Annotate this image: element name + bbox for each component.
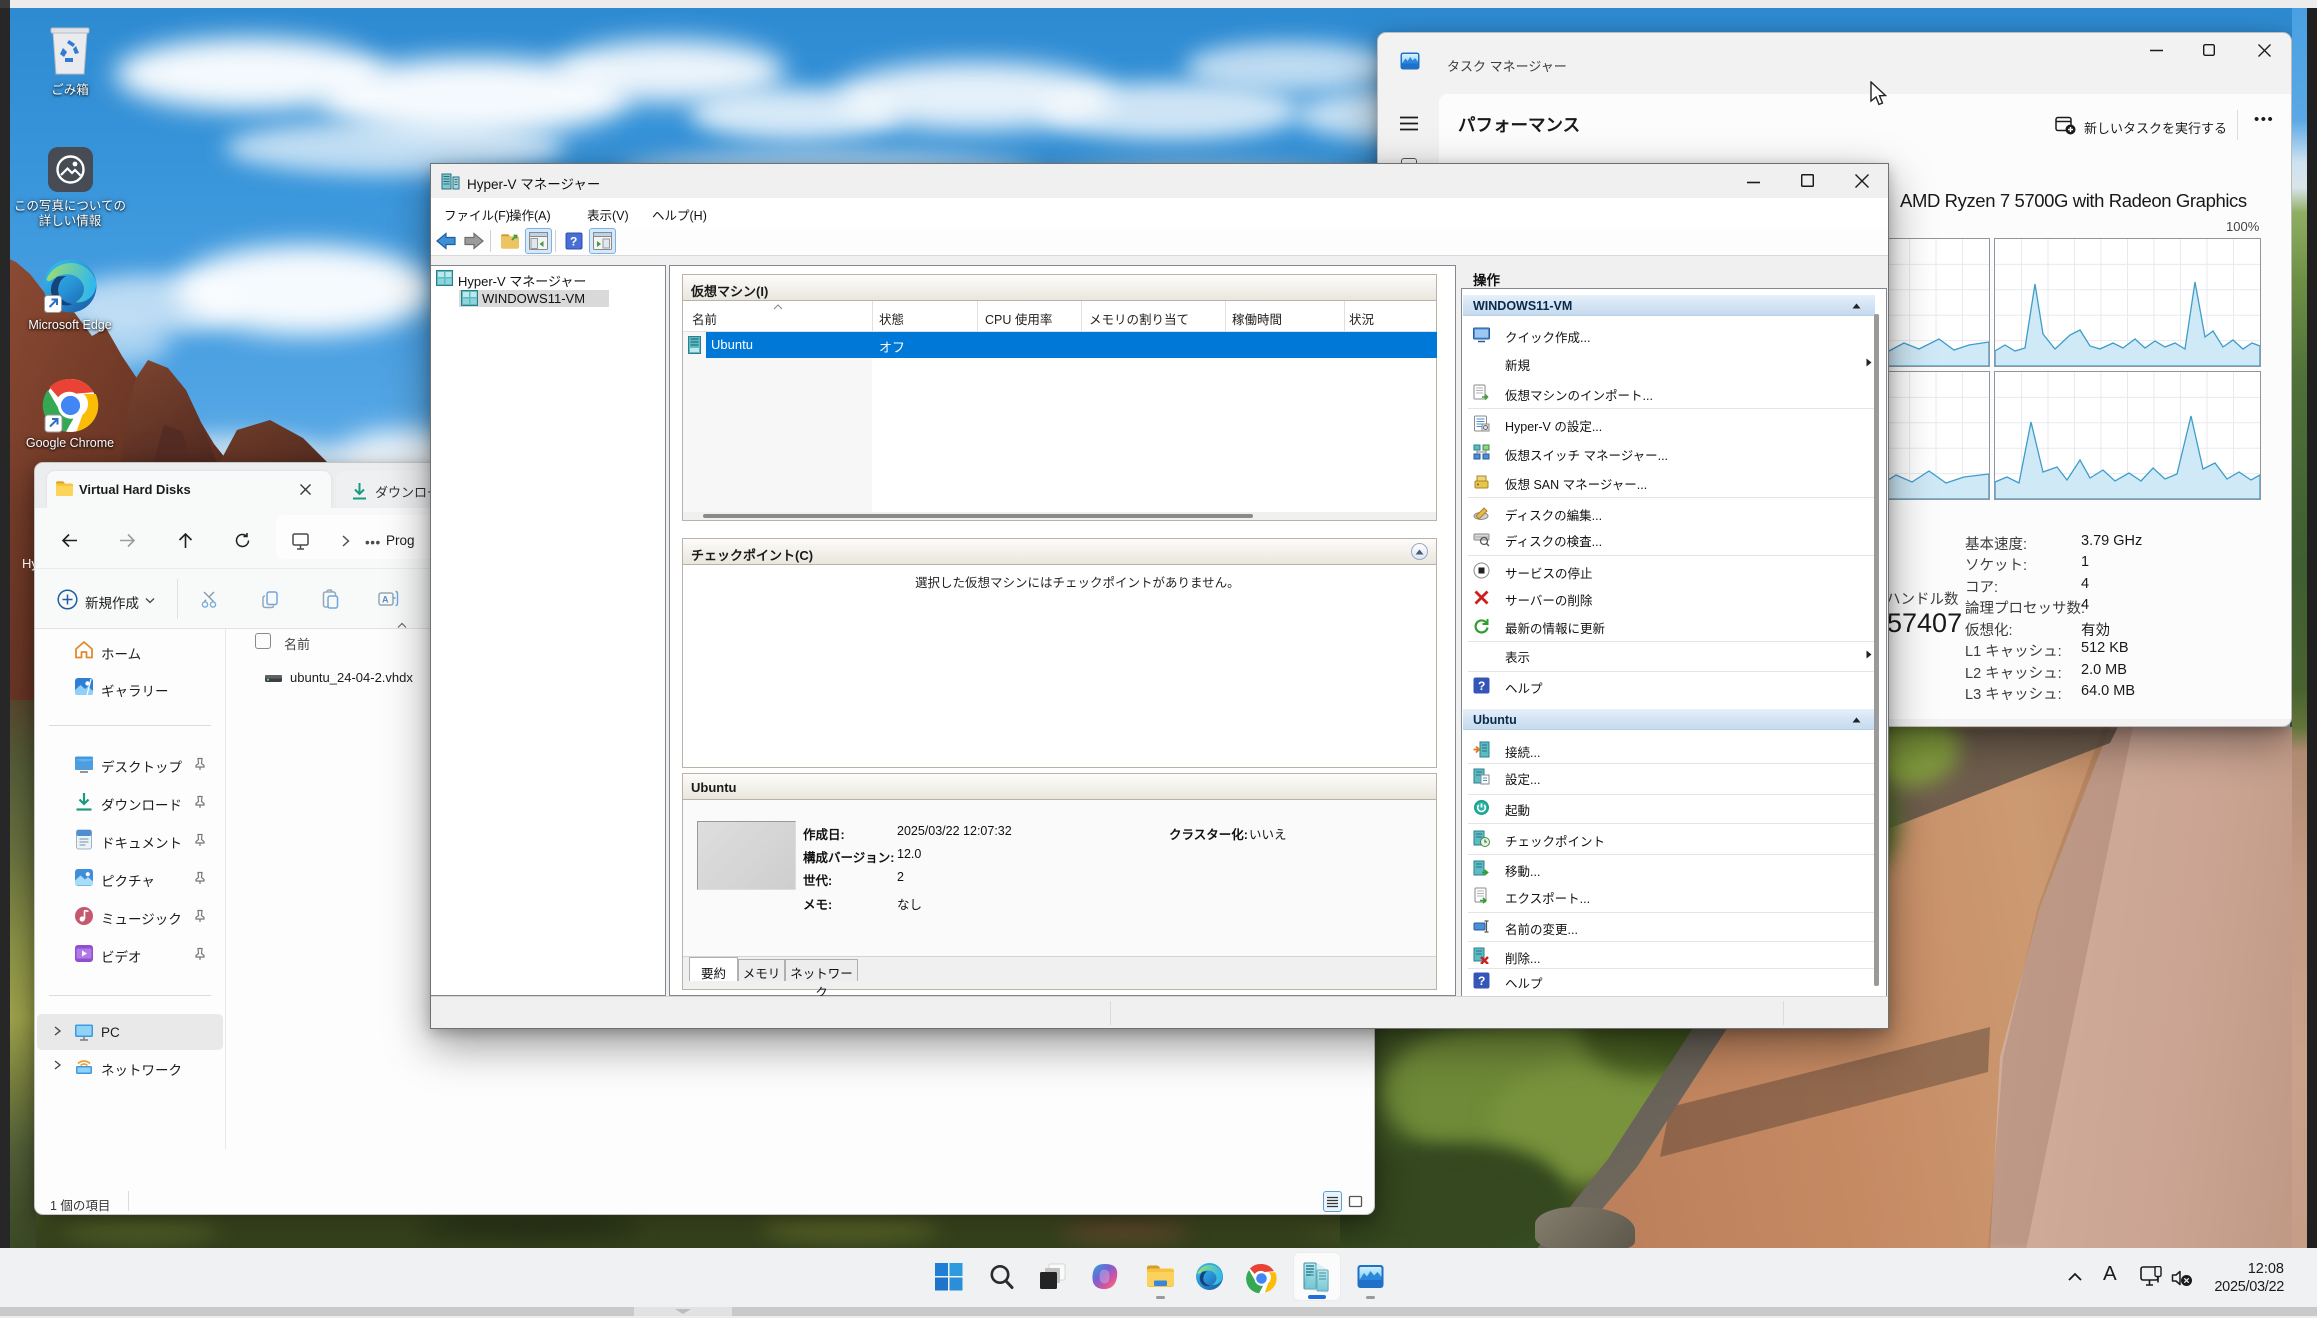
- svg-text:?: ?: [1478, 974, 1485, 988]
- svg-text:A: A: [382, 595, 389, 605]
- svg-text:?: ?: [1478, 679, 1485, 693]
- svg-text:?: ?: [570, 235, 577, 249]
